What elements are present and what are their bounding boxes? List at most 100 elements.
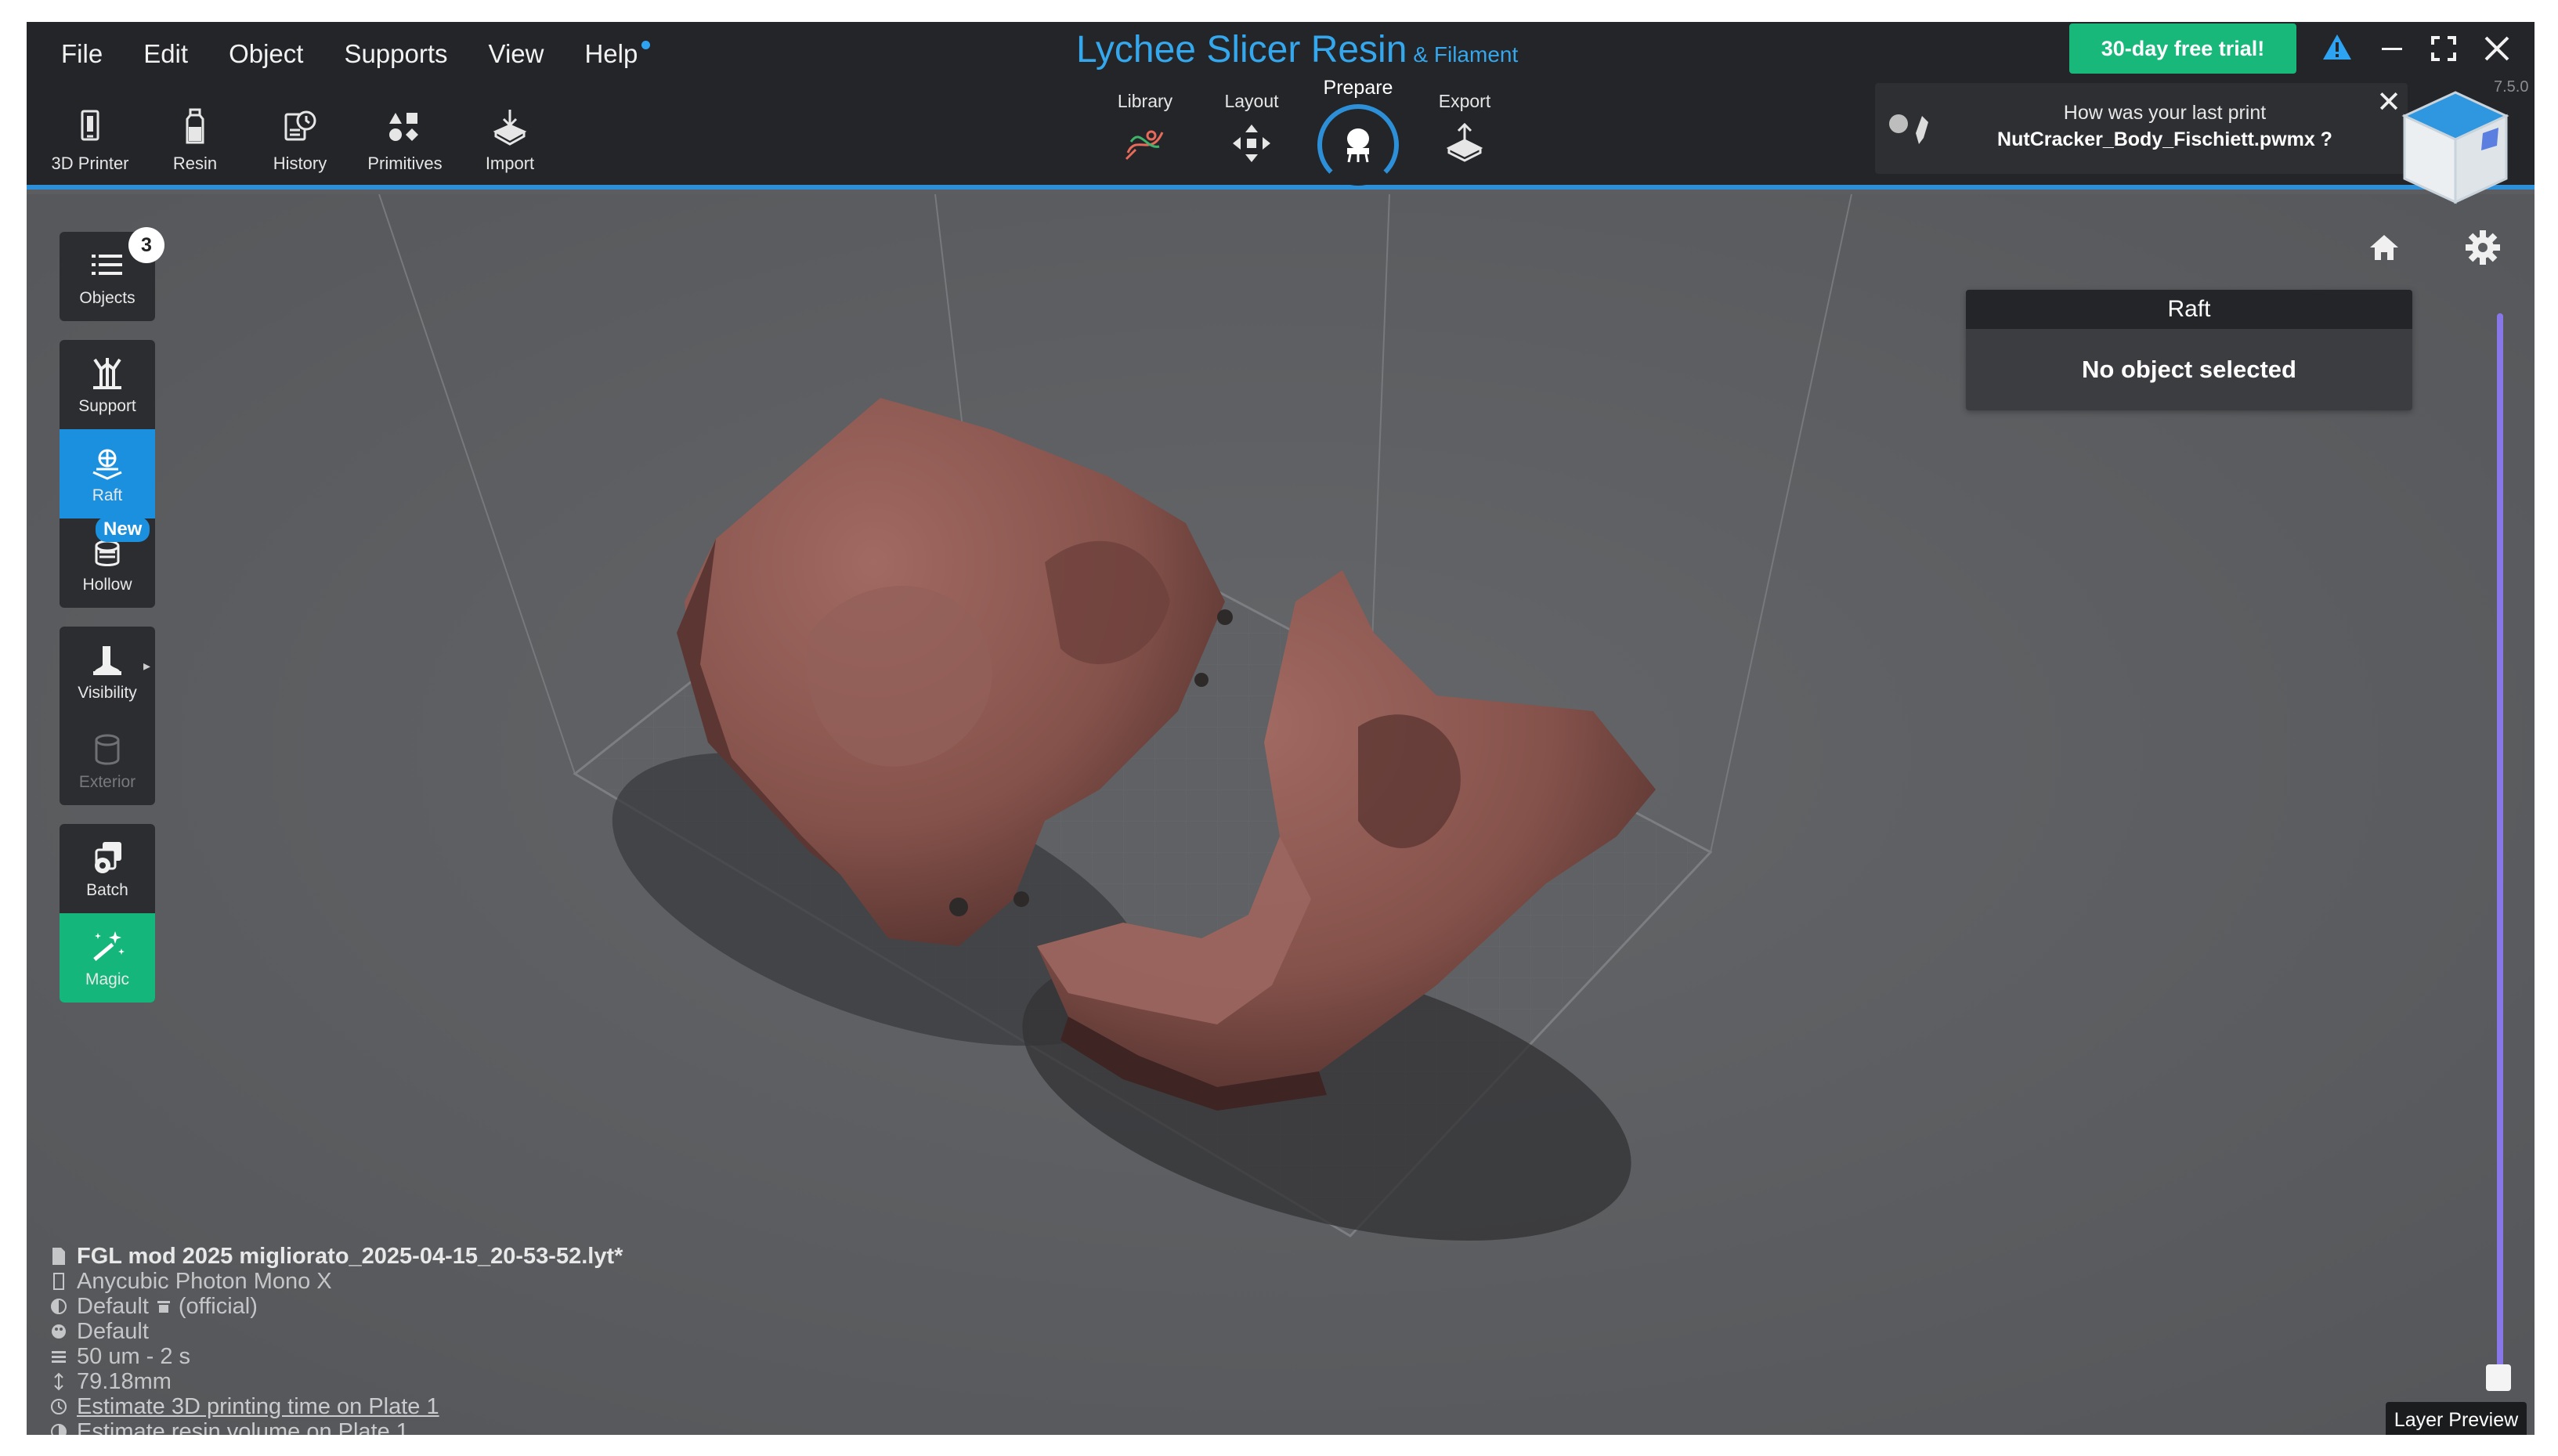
- visibility-group: Visibility ▸ Exterior: [60, 627, 155, 805]
- height-row: 79.18mm: [50, 1369, 623, 1394]
- raft-panel: Raft No object selected: [1966, 290, 2412, 410]
- layer-slider-handle[interactable]: [2486, 1364, 2511, 1391]
- resin-label: Resin: [172, 154, 218, 173]
- app-title-sub: & Filament: [1413, 42, 1519, 67]
- import-label: Import: [485, 154, 535, 173]
- layer-slider-track[interactable]: [2497, 313, 2503, 1371]
- raft-label: Raft: [92, 486, 123, 504]
- menu-supports[interactable]: Supports: [344, 39, 447, 69]
- printer-small-icon: [53, 1273, 64, 1290]
- raft-button[interactable]: Raft: [60, 429, 155, 518]
- menu-view[interactable]: View: [489, 39, 544, 69]
- batch-label: Batch: [86, 881, 128, 899]
- printer-row: Anycubic Photon Mono X: [50, 1269, 623, 1294]
- primitives-icon: [389, 113, 418, 141]
- batch-button[interactable]: Batch: [60, 824, 155, 913]
- app-title-main: Lychee Slicer Resin: [1076, 29, 1407, 70]
- printer-icon: [81, 110, 99, 141]
- feedback-question: How was your last print: [2063, 102, 2267, 124]
- support-button[interactable]: Support: [60, 340, 155, 429]
- support-group: Support Raft New Hollow: [60, 340, 155, 608]
- home-icon[interactable]: [2367, 230, 2401, 265]
- 3d-viewport[interactable]: Objects 3 Support Raft New Hollow Visibi…: [27, 91, 2535, 1435]
- estimate-volume-row: Estimate resin volume on Plate 1: [50, 1419, 623, 1435]
- resin-profile-name: Default: [77, 1293, 149, 1319]
- raft-panel-title: Raft: [1966, 290, 2412, 329]
- menu-bar: File Edit Object Supports View Help: [61, 39, 651, 69]
- export-icon: [1446, 122, 1483, 162]
- resin-name: Default: [77, 1318, 149, 1344]
- move-icon: [1233, 125, 1270, 162]
- objects-label: Objects: [79, 289, 135, 307]
- maximize-icon[interactable]: [2423, 28, 2464, 69]
- new-badge: New: [96, 517, 150, 542]
- clock-icon: [51, 1399, 67, 1414]
- objects-button[interactable]: Objects 3: [60, 227, 164, 321]
- minimize-icon[interactable]: [2372, 28, 2412, 69]
- volume-icon: [51, 1424, 67, 1435]
- import-button[interactable]: Import: [457, 100, 562, 186]
- visibility-icon: [93, 646, 121, 675]
- header-bar: File Edit Object Supports View Help Lych…: [27, 22, 2535, 190]
- project-info: FGL mod 2025 migliorato_2025-04-15_20-53…: [50, 1244, 623, 1435]
- prepare-active-indicator: [1317, 104, 1399, 186]
- main-toolbar: 3D Printer Resin History Primitives Impo…: [38, 100, 562, 186]
- raft-icon: [92, 449, 122, 480]
- layer-preview-label: Layer Preview: [2386, 1402, 2527, 1435]
- warning-icon[interactable]: [2321, 33, 2353, 61]
- printer-button[interactable]: 3D Printer: [38, 100, 143, 186]
- resin-row: Default: [50, 1319, 623, 1344]
- primitives-button[interactable]: Primitives: [352, 100, 457, 186]
- menu-object[interactable]: Object: [229, 39, 303, 69]
- estimate-volume-link[interactable]: Estimate resin volume on Plate 1: [77, 1419, 409, 1436]
- support-label: Support: [78, 397, 136, 415]
- history-button[interactable]: History: [247, 100, 352, 186]
- batch-icon: [95, 842, 121, 873]
- objects-group: Objects 3: [60, 227, 164, 321]
- magic-label: Magic: [85, 970, 130, 988]
- tab-prepare[interactable]: Prepare: [1305, 77, 1411, 186]
- height-icon: [54, 1372, 63, 1391]
- list-icon: [92, 255, 122, 275]
- history-icon: [284, 110, 316, 141]
- tab-library[interactable]: Library: [1092, 91, 1198, 186]
- project-file-row: FGL mod 2025 migliorato_2025-04-15_20-53…: [50, 1244, 623, 1269]
- view-cube[interactable]: [2389, 85, 2522, 218]
- visibility-button[interactable]: Visibility ▸: [60, 627, 155, 716]
- menu-file[interactable]: File: [61, 39, 103, 69]
- layer-setting: 50 um - 2 s: [77, 1343, 191, 1369]
- official-icon: [157, 1301, 170, 1313]
- close-window-icon[interactable]: [2477, 28, 2517, 69]
- menu-help[interactable]: Help: [584, 39, 651, 69]
- import-icon: [493, 110, 527, 146]
- exterior-label: Exterior: [78, 773, 136, 791]
- tab-export[interactable]: Export: [1411, 91, 1518, 186]
- menu-help-label: Help: [584, 39, 638, 68]
- expand-arrow-icon[interactable]: ▸: [143, 658, 150, 674]
- magic-wand-icon: [93, 931, 125, 961]
- resin-button[interactable]: Resin: [143, 100, 247, 186]
- free-trial-button[interactable]: 30-day free trial!: [2069, 23, 2296, 74]
- layers-icon: [52, 1351, 66, 1363]
- last-print-feedback: How was your last print NutCracker_Body_…: [1875, 83, 2408, 174]
- primitives-label: Primitives: [367, 154, 443, 173]
- tab-layout[interactable]: Layout: [1198, 91, 1305, 186]
- estimate-time-row: Estimate 3D printing time on Plate 1: [50, 1394, 623, 1419]
- hollow-label: Hollow: [82, 576, 132, 594]
- menu-edit[interactable]: Edit: [143, 39, 188, 69]
- tab-export-label: Export: [1438, 91, 1491, 111]
- project-file-name: FGL mod 2025 migliorato_2025-04-15_20-53…: [77, 1243, 623, 1269]
- estimate-time-link[interactable]: Estimate 3D printing time on Plate 1: [77, 1394, 439, 1420]
- feedback-file: NutCracker_Body_Fischiett.pwmx ?: [1997, 128, 2332, 150]
- tab-prepare-label: Prepare: [1323, 77, 1393, 99]
- printer-name: Anycubic Photon Mono X: [77, 1268, 332, 1294]
- resin-profile-official: (official): [178, 1293, 258, 1319]
- tab-layout-label: Layout: [1224, 91, 1279, 111]
- hollow-button[interactable]: New Hollow: [60, 517, 155, 608]
- layer-row: 50 um - 2 s: [50, 1344, 623, 1369]
- printer-label: 3D Printer: [51, 154, 129, 173]
- help-notification-dot: [641, 41, 651, 49]
- library-icon: [1125, 130, 1164, 161]
- gear-icon[interactable]: [2464, 229, 2502, 266]
- magic-button[interactable]: Magic: [60, 913, 155, 1003]
